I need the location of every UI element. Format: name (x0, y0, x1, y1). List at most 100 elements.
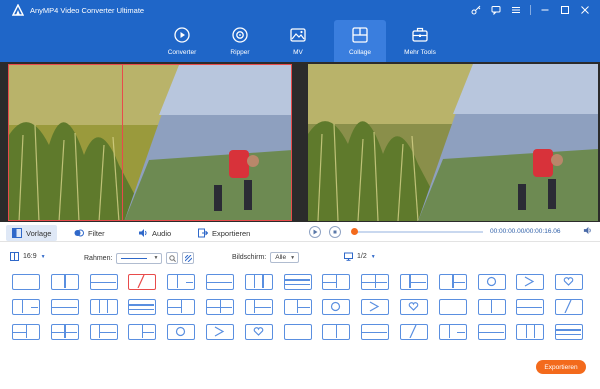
template-thumbnail[interactable] (89, 299, 118, 315)
template-thumbnail[interactable] (50, 299, 79, 315)
collage-preview-image (308, 64, 598, 221)
nav-converter[interactable]: Converter (156, 20, 208, 62)
export-button[interactable]: Exportieren (536, 360, 586, 374)
app-header: AnyMP4 Video Converter Ultimate Converte… (0, 0, 600, 62)
template-thumbnail[interactable] (283, 324, 312, 340)
key-icon[interactable] (467, 3, 485, 17)
template-thumbnail[interactable] (12, 324, 40, 340)
collage-edit-image (9, 65, 291, 220)
bildschirm-select[interactable]: Alle (270, 252, 300, 263)
template-thumbnail[interactable] (322, 299, 351, 315)
rahmen-label: Rahmen: (84, 254, 113, 262)
maximize-icon[interactable] (556, 3, 574, 17)
nav-label-ripper: Ripper (230, 49, 250, 56)
nav-collage[interactable]: Collage (334, 20, 386, 62)
template-thumbnail[interactable] (361, 299, 390, 315)
collage-split-line[interactable] (122, 64, 123, 221)
progress-track[interactable] (353, 231, 483, 233)
progress-knob[interactable] (351, 228, 358, 235)
template-thumbnail[interactable] (438, 274, 467, 290)
tab-filter-label: Filter (88, 228, 105, 238)
border-style-select[interactable] (116, 252, 163, 264)
volume-icon[interactable] (583, 226, 592, 237)
template-thumbnail[interactable] (438, 324, 467, 340)
template-thumbnail[interactable] (555, 274, 584, 290)
player-controls: 00:00:00.00/00:00:16.06 (305, 222, 600, 242)
nav-ripper[interactable]: Ripper (214, 20, 266, 62)
app-logo-icon (12, 4, 24, 16)
ratio-selector[interactable]: 16:9 ▼ (10, 252, 46, 261)
template-thumbnail[interactable] (244, 299, 273, 315)
minimize-icon[interactable] (536, 3, 554, 17)
template-thumbnail[interactable] (438, 299, 467, 315)
template-thumbnail[interactable] (361, 274, 390, 290)
nav-mv[interactable]: MV (272, 20, 324, 62)
template-thumbnail[interactable] (555, 324, 584, 340)
template-thumbnail[interactable] (12, 274, 40, 290)
aspect-ratio-icon (10, 252, 19, 261)
template-thumbnail[interactable] (206, 299, 234, 315)
template-thumbnail[interactable] (128, 324, 157, 340)
bildschirm-label: Bildschirm: (232, 254, 267, 261)
ratio-dropdown-icon: ▼ (40, 253, 46, 260)
template-thumbnail[interactable] (322, 274, 351, 290)
template-thumbnail[interactable] (477, 299, 506, 315)
search-icon (169, 254, 176, 262)
preview-area (0, 62, 600, 222)
monitor-icon (344, 252, 353, 261)
template-thumbnail[interactable] (206, 274, 234, 290)
template-thumbnail[interactable] (400, 299, 428, 315)
preview-divider (298, 62, 304, 222)
template-thumbnail[interactable] (50, 324, 79, 340)
template-thumbnail[interactable] (128, 299, 157, 315)
play-button[interactable] (309, 226, 321, 238)
template-thumbnail[interactable] (244, 324, 273, 340)
template-thumbnail[interactable] (400, 274, 428, 290)
template-thumbnail[interactable] (516, 299, 545, 315)
template-thumbnail[interactable] (283, 299, 312, 315)
template-thumbnail[interactable] (167, 324, 196, 340)
stop-button[interactable] (329, 226, 341, 238)
rahmen-control: Rahmen: (84, 252, 195, 264)
template-thumbnail[interactable] (477, 324, 506, 340)
template-thumbnail[interactable] (167, 299, 196, 315)
time-display: 00:00:00.00/00:00:16.06 (490, 228, 561, 235)
template-thumbnail[interactable] (400, 324, 428, 340)
nav-label-mehr-tools: Mehr Tools (404, 49, 436, 56)
template-thumbnail[interactable] (206, 324, 234, 340)
template-thumbnail[interactable] (244, 274, 273, 290)
template-thumbnail[interactable] (516, 324, 545, 340)
template-thumbnail[interactable] (555, 299, 584, 315)
collage-edit-panel[interactable] (8, 64, 292, 221)
template-thumbnail[interactable] (89, 324, 118, 340)
collage-preview-panel (308, 64, 598, 221)
template-thumbnail[interactable] (477, 274, 506, 290)
tab-exportieren[interactable]: Exportieren (198, 225, 250, 241)
border-pattern-button[interactable] (182, 252, 195, 264)
template-thumbnail[interactable] (128, 274, 157, 290)
app-title: AnyMP4 Video Converter Ultimate (30, 6, 145, 15)
tab-filter[interactable]: Filter (74, 225, 105, 241)
template-thumbnail[interactable] (12, 299, 40, 315)
template-thumbnail[interactable] (167, 274, 196, 290)
template-icon (12, 228, 22, 238)
tab-audio[interactable]: Audio (138, 225, 171, 241)
nav-label-mv: MV (293, 49, 303, 56)
template-thumbnail[interactable] (322, 324, 351, 340)
template-thumbnail[interactable] (50, 274, 79, 290)
window-controls-separator (530, 5, 531, 15)
template-thumbnail[interactable] (89, 274, 118, 290)
border-color-button[interactable] (166, 252, 179, 264)
hatch-icon (184, 254, 192, 262)
page-selector[interactable]: 1/2 ▼ (344, 252, 376, 261)
template-thumbnail[interactable] (516, 274, 545, 290)
template-thumbnail[interactable] (283, 274, 312, 290)
template-thumbnail[interactable] (361, 324, 390, 340)
close-icon[interactable] (576, 3, 594, 17)
nav-mehr-tools[interactable]: Mehr Tools (394, 20, 446, 62)
menu-icon[interactable] (507, 3, 525, 17)
feedback-icon[interactable] (487, 3, 505, 17)
tab-vorlage[interactable]: Vorlage (6, 225, 58, 241)
bildschirm-value: Alle (275, 254, 287, 261)
filter-icon (74, 229, 84, 237)
